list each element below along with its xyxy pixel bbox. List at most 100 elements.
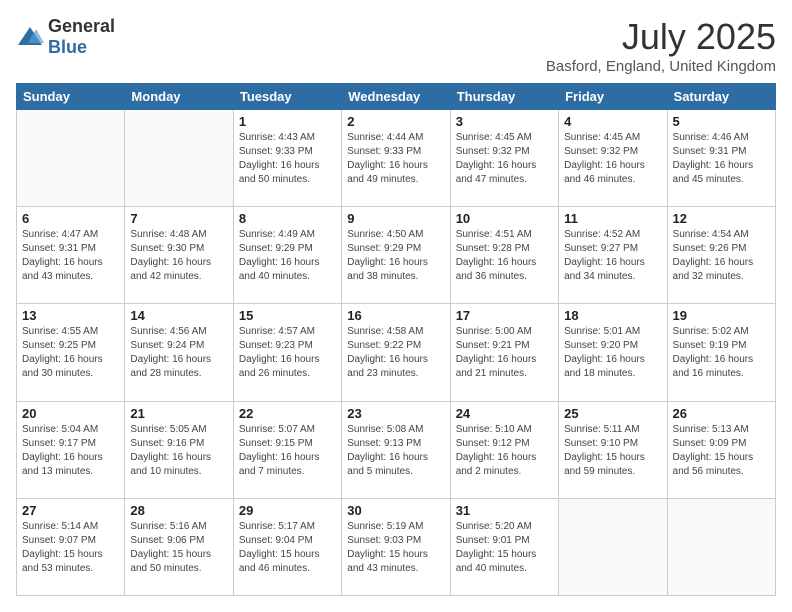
day-number: 21 [130,406,227,421]
col-saturday: Saturday [667,84,775,110]
cell-info: Sunrise: 4:51 AM Sunset: 9:28 PM Dayligh… [456,228,553,284]
calendar-cell: 28 Sunrise: 5:16 AM Sunset: 9:06 PM Dayli… [125,498,233,595]
day-number: 31 [456,503,553,518]
day-number: 28 [130,503,227,518]
logo-text: General Blue [48,16,115,58]
logo: General Blue [16,16,115,58]
cell-info: Sunrise: 4:43 AM Sunset: 9:33 PM Dayligh… [239,131,336,187]
cell-info: Sunrise: 5:01 AM Sunset: 9:20 PM Dayligh… [564,325,661,381]
cell-info: Sunrise: 4:44 AM Sunset: 9:33 PM Dayligh… [347,131,444,187]
calendar-week-0: 1 Sunrise: 4:43 AM Sunset: 9:33 PM Daylig… [17,110,776,207]
cell-info: Sunrise: 5:08 AM Sunset: 9:13 PM Dayligh… [347,423,444,479]
day-number: 19 [673,308,770,323]
cell-info: Sunrise: 5:14 AM Sunset: 9:07 PM Dayligh… [22,520,119,576]
calendar-header-row: Sunday Monday Tuesday Wednesday Thursday… [17,84,776,110]
cell-info: Sunrise: 4:48 AM Sunset: 9:30 PM Dayligh… [130,228,227,284]
day-number: 18 [564,308,661,323]
cell-info: Sunrise: 4:47 AM Sunset: 9:31 PM Dayligh… [22,228,119,284]
day-number: 23 [347,406,444,421]
calendar-cell: 17Sunrise: 5:00 AM Sunset: 9:21 PM Dayli… [450,304,558,401]
calendar-cell: 5 Sunrise: 4:46 AM Sunset: 9:31 PM Daylig… [667,110,775,207]
month-title: July 2025 [546,16,776,58]
calendar-cell: 27 Sunrise: 5:14 AM Sunset: 9:07 PM Dayli… [17,498,125,595]
calendar-cell: 3Sunrise: 4:45 AM Sunset: 9:32 PM Daylig… [450,110,558,207]
calendar-cell: 25 Sunrise: 5:11 AM Sunset: 9:10 PM Dayli… [559,401,667,498]
cell-info: Sunrise: 4:52 AM Sunset: 9:27 PM Dayligh… [564,228,661,284]
calendar-cell: 18 Sunrise: 5:01 AM Sunset: 9:20 PM Dayli… [559,304,667,401]
day-number: 1 [239,114,336,129]
day-number: 13 [22,308,119,323]
calendar-cell: 14Sunrise: 4:56 AM Sunset: 9:24 PM Dayli… [125,304,233,401]
day-number: 17 [456,308,553,323]
cell-info: Sunrise: 5:07 AM Sunset: 9:15 PM Dayligh… [239,423,336,479]
cell-info: Sunrise: 5:20 AM Sunset: 9:01 PM Dayligh… [456,520,553,576]
col-friday: Friday [559,84,667,110]
day-number: 16 [347,308,444,323]
cell-info: Sunrise: 4:50 AM Sunset: 9:29 PM Dayligh… [347,228,444,284]
day-number: 29 [239,503,336,518]
col-sunday: Sunday [17,84,125,110]
cell-info: Sunrise: 5:11 AM Sunset: 9:10 PM Dayligh… [564,423,661,479]
cell-info: Sunrise: 5:02 AM Sunset: 9:19 PM Dayligh… [673,325,770,381]
calendar-week-1: 6 Sunrise: 4:47 AM Sunset: 9:31 PM Daylig… [17,207,776,304]
calendar-week-3: 20 Sunrise: 5:04 AM Sunset: 9:17 PM Dayli… [17,401,776,498]
day-number: 4 [564,114,661,129]
day-number: 27 [22,503,119,518]
calendar-cell: 10 Sunrise: 4:51 AM Sunset: 9:28 PM Dayli… [450,207,558,304]
day-number: 8 [239,211,336,226]
cell-info: Sunrise: 5:10 AM Sunset: 9:12 PM Dayligh… [456,423,553,479]
day-number: 10 [456,211,553,226]
day-number: 24 [456,406,553,421]
cell-info: Sunrise: 4:46 AM Sunset: 9:31 PM Dayligh… [673,131,770,187]
calendar-cell: 9 Sunrise: 4:50 AM Sunset: 9:29 PM Daylig… [342,207,450,304]
cell-info: Sunrise: 4:45 AM Sunset: 9:32 PM Dayligh… [456,131,553,187]
day-number: 30 [347,503,444,518]
page: General Blue July 2025 Basford, England,… [0,0,792,612]
cell-info: Sunrise: 4:49 AM Sunset: 9:29 PM Dayligh… [239,228,336,284]
calendar-week-2: 13Sunrise: 4:55 AM Sunset: 9:25 PM Dayli… [17,304,776,401]
col-monday: Monday [125,84,233,110]
cell-info: Sunrise: 4:56 AM Sunset: 9:24 PM Dayligh… [130,325,227,381]
cell-info: Sunrise: 4:58 AM Sunset: 9:22 PM Dayligh… [347,325,444,381]
cell-info: Sunrise: 4:54 AM Sunset: 9:26 PM Dayligh… [673,228,770,284]
cell-info: Sunrise: 5:05 AM Sunset: 9:16 PM Dayligh… [130,423,227,479]
day-number: 15 [239,308,336,323]
cell-info: Sunrise: 5:16 AM Sunset: 9:06 PM Dayligh… [130,520,227,576]
calendar-cell: 1 Sunrise: 4:43 AM Sunset: 9:33 PM Daylig… [233,110,341,207]
day-number: 12 [673,211,770,226]
calendar-cell [559,498,667,595]
calendar-cell: 24 Sunrise: 5:10 AM Sunset: 9:12 PM Dayli… [450,401,558,498]
day-number: 7 [130,211,227,226]
calendar-cell: 8 Sunrise: 4:49 AM Sunset: 9:29 PM Daylig… [233,207,341,304]
day-number: 11 [564,211,661,226]
col-wednesday: Wednesday [342,84,450,110]
day-number: 26 [673,406,770,421]
calendar-cell: 31 Sunrise: 5:20 AM Sunset: 9:01 PM Dayli… [450,498,558,595]
logo-blue: Blue [48,37,87,57]
title-block: July 2025 Basford, England, United Kingd… [546,16,776,75]
logo-general: General [48,16,115,36]
calendar-cell: 21 Sunrise: 5:05 AM Sunset: 9:16 PM Dayli… [125,401,233,498]
day-number: 9 [347,211,444,226]
calendar-cell: 4Sunrise: 4:45 AM Sunset: 9:32 PM Daylig… [559,110,667,207]
day-number: 22 [239,406,336,421]
logo-icon [16,25,44,49]
calendar-cell [125,110,233,207]
cell-info: Sunrise: 5:17 AM Sunset: 9:04 PM Dayligh… [239,520,336,576]
header: General Blue July 2025 Basford, England,… [16,16,776,75]
day-number: 6 [22,211,119,226]
day-number: 25 [564,406,661,421]
calendar-cell: 19 Sunrise: 5:02 AM Sunset: 9:19 PM Dayli… [667,304,775,401]
calendar-cell: 7 Sunrise: 4:48 AM Sunset: 9:30 PM Daylig… [125,207,233,304]
calendar-cell: 23 Sunrise: 5:08 AM Sunset: 9:13 PM Dayli… [342,401,450,498]
calendar-cell: 22 Sunrise: 5:07 AM Sunset: 9:15 PM Dayli… [233,401,341,498]
day-number: 5 [673,114,770,129]
calendar-cell: 13Sunrise: 4:55 AM Sunset: 9:25 PM Dayli… [17,304,125,401]
calendar-cell: 16 Sunrise: 4:58 AM Sunset: 9:22 PM Dayli… [342,304,450,401]
calendar-cell: 29 Sunrise: 5:17 AM Sunset: 9:04 PM Dayli… [233,498,341,595]
cell-info: Sunrise: 5:04 AM Sunset: 9:17 PM Dayligh… [22,423,119,479]
calendar-cell: 30Sunrise: 5:19 AM Sunset: 9:03 PM Dayli… [342,498,450,595]
day-number: 20 [22,406,119,421]
cell-info: Sunrise: 5:13 AM Sunset: 9:09 PM Dayligh… [673,423,770,479]
calendar-cell: 12 Sunrise: 4:54 AM Sunset: 9:26 PM Dayli… [667,207,775,304]
